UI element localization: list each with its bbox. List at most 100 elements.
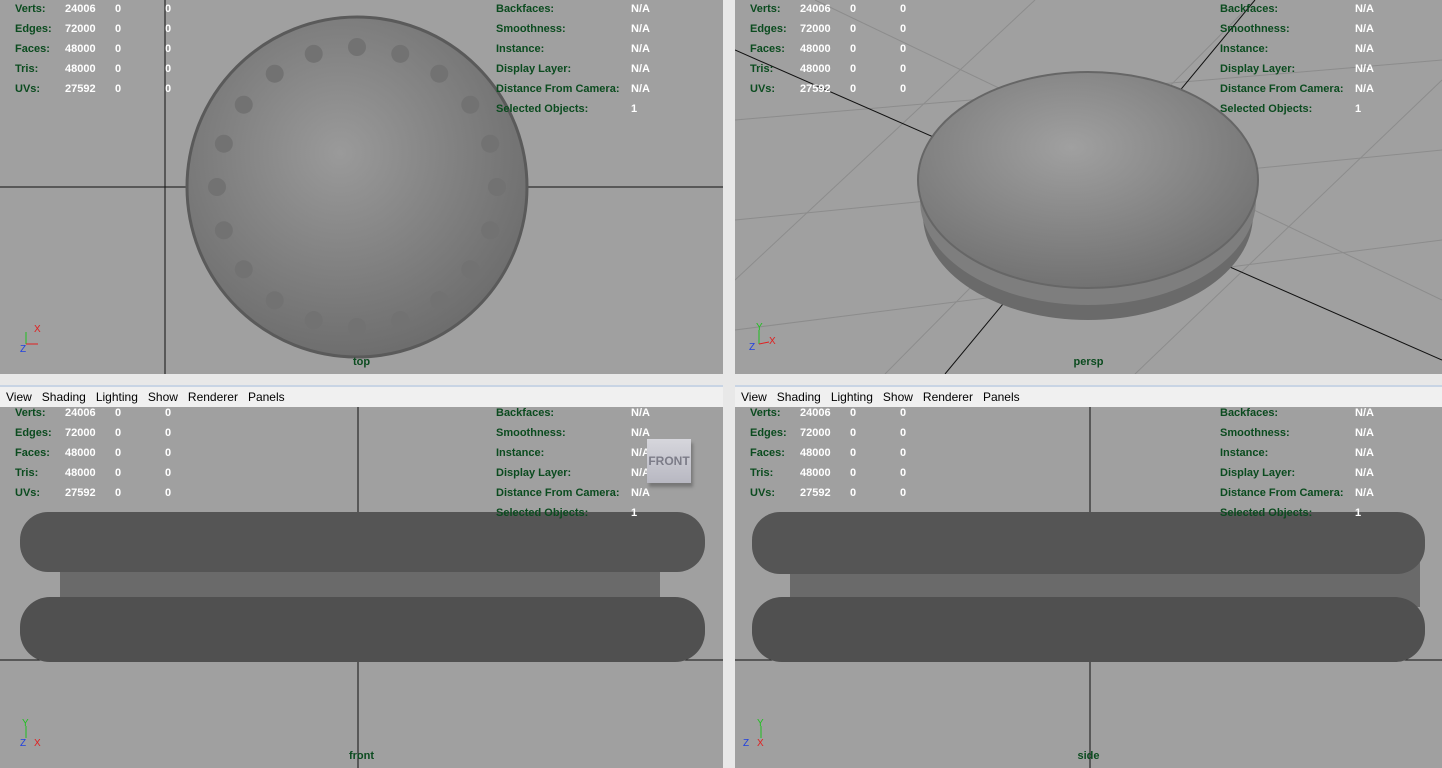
info-label: Display Layer: xyxy=(496,467,572,479)
stat-label: Edges: xyxy=(15,23,52,35)
viewport-top[interactable]: Verts: 24006 0 0 Edges: 72000 0 0 Faces: 48000 0 0 T… xyxy=(0,0,723,374)
stat-label: Tris: xyxy=(750,467,774,479)
cookie-dimple xyxy=(304,311,323,330)
stat-value: 0 xyxy=(115,3,122,15)
info-label: Backfaces: xyxy=(1220,407,1279,419)
stat-value: 0 xyxy=(165,43,172,55)
stat-value: 72000 xyxy=(800,23,831,35)
stat-label: UVs: xyxy=(750,487,776,499)
viewport-persp[interactable]: Verts: 24006 0 0 Edges: 72000 0 0 Faces: 48000 0 0 T… xyxy=(735,0,1442,374)
stat-label: Faces: xyxy=(15,43,50,55)
svg-text:Z: Z xyxy=(20,344,26,352)
info-value: 1 xyxy=(1355,103,1362,115)
view-cube-front[interactable]: FRONT xyxy=(647,439,691,483)
stat-value: 0 xyxy=(165,63,172,75)
cookie-dimple xyxy=(391,311,410,330)
menu-show[interactable]: Show xyxy=(883,390,913,404)
menu-panels[interactable]: Panels xyxy=(248,390,285,404)
scene-persp xyxy=(735,0,1442,374)
stat-value: 0 xyxy=(900,467,907,479)
cookie-dimple xyxy=(214,134,233,153)
svg-text:Z: Z xyxy=(749,342,755,352)
stat-value: 27592 xyxy=(800,83,831,95)
stat-value: 0 xyxy=(900,83,907,95)
stat-label: Edges: xyxy=(15,427,52,439)
stat-value: 48000 xyxy=(800,43,831,55)
menu-lighting[interactable]: Lighting xyxy=(96,390,138,404)
info-value: N/A xyxy=(631,3,650,15)
camera-label: side xyxy=(1077,750,1100,762)
stat-value: 0 xyxy=(165,407,172,419)
info-label: Selected Objects: xyxy=(496,103,589,115)
stat-value: 0 xyxy=(850,43,857,55)
info-value: N/A xyxy=(631,23,650,35)
viewport-front[interactable]: Verts: 24006 0 0 Edges: 72000 0 0 Faces: 48000 0 0 T… xyxy=(0,407,723,768)
cookie-dimple xyxy=(348,38,366,56)
info-value: 1 xyxy=(631,507,638,519)
menu-show[interactable]: Show xyxy=(148,390,178,404)
cookie-dimple xyxy=(348,318,366,336)
stat-label: Faces: xyxy=(750,43,785,55)
stat-value: 0 xyxy=(900,447,907,459)
stat-label: Edges: xyxy=(750,427,787,439)
stat-value: 0 xyxy=(165,427,172,439)
info-label: Distance From Camera: xyxy=(496,83,620,95)
info-value: 1 xyxy=(1355,507,1362,519)
scene-front xyxy=(0,407,723,768)
menu-view[interactable]: View xyxy=(741,390,767,404)
info-value: N/A xyxy=(1355,427,1374,439)
stat-value: 0 xyxy=(115,447,122,459)
stat-value: 0 xyxy=(115,43,122,55)
stat-value: 0 xyxy=(850,63,857,75)
stat-value: 0 xyxy=(900,23,907,35)
info-value: N/A xyxy=(1355,487,1374,499)
svg-text:X: X xyxy=(769,336,776,347)
stat-value: 48000 xyxy=(65,63,96,75)
axis-gizmo-icon: Y Z X xyxy=(743,718,764,746)
info-value: N/A xyxy=(1355,3,1374,15)
info-label: Backfaces: xyxy=(496,407,555,419)
stat-label: Verts: xyxy=(750,407,781,419)
stat-label: Tris: xyxy=(15,63,39,75)
info-label: Selected Objects: xyxy=(1220,507,1313,519)
cookie-dimple xyxy=(461,95,480,114)
stat-value: 24006 xyxy=(65,407,96,419)
menu-renderer[interactable]: Renderer xyxy=(188,390,238,404)
menu-shading[interactable]: Shading xyxy=(777,390,821,404)
stat-value: 0 xyxy=(850,487,857,499)
info-value: N/A xyxy=(631,407,650,419)
info-label: Distance From Camera: xyxy=(1220,487,1344,499)
cookie-top-layer xyxy=(20,512,705,572)
cookie-dimple xyxy=(488,178,506,196)
stat-value: 0 xyxy=(850,447,857,459)
info-label: Display Layer: xyxy=(1220,467,1296,479)
info-label: Display Layer: xyxy=(1220,63,1296,75)
panel-menu-bar: View Shading Lighting Show Renderer Panels xyxy=(735,385,1442,407)
stat-value: 0 xyxy=(850,83,857,95)
stat-value: 0 xyxy=(900,427,907,439)
info-label: Smoothness: xyxy=(496,23,566,35)
info-value: 1 xyxy=(631,103,638,115)
stat-value: 0 xyxy=(850,3,857,15)
menu-shading[interactable]: Shading xyxy=(42,390,86,404)
stat-label: Tris: xyxy=(15,467,39,479)
svg-text:Y: Y xyxy=(756,322,763,333)
menu-panels[interactable]: Panels xyxy=(983,390,1020,404)
cookie-top-view xyxy=(185,15,529,359)
viewport-side[interactable]: Verts: 24006 0 0 Edges: 72000 0 0 Faces: 48000 0 0 T… xyxy=(735,407,1442,768)
info-value: N/A xyxy=(1355,467,1374,479)
info-label: Smoothness: xyxy=(1220,427,1290,439)
stat-value: 0 xyxy=(850,467,857,479)
menu-renderer[interactable]: Renderer xyxy=(923,390,973,404)
stat-value: 0 xyxy=(900,487,907,499)
info-label: Selected Objects: xyxy=(496,507,589,519)
info-label: Selected Objects: xyxy=(1220,103,1313,115)
stat-label: UVs: xyxy=(15,487,41,499)
stat-value: 48000 xyxy=(800,63,831,75)
cookie-dimple xyxy=(234,260,253,279)
menu-lighting[interactable]: Lighting xyxy=(831,390,873,404)
stat-value: 0 xyxy=(165,23,172,35)
stat-value: 0 xyxy=(850,23,857,35)
camera-label: front xyxy=(348,750,375,762)
menu-view[interactable]: View xyxy=(6,390,32,404)
